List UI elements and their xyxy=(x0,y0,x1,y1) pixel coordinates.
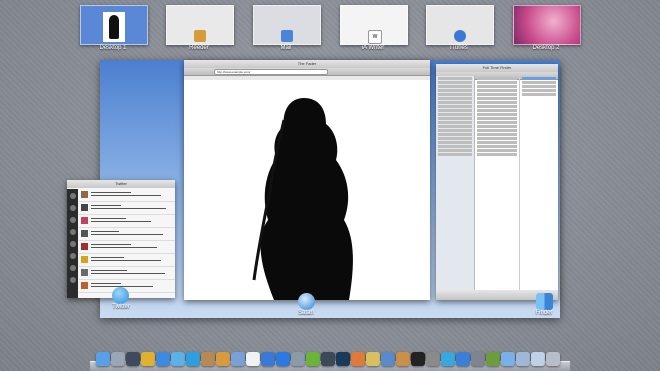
twitter-sidebar xyxy=(67,189,78,298)
space-thumbnail xyxy=(103,12,125,42)
url-bar[interactable]: http://www.example.com/ xyxy=(214,69,328,75)
ia-writer-icon: W xyxy=(368,30,382,44)
list-item[interactable] xyxy=(79,254,175,267)
portrait-image xyxy=(252,98,353,300)
utilities-icon[interactable] xyxy=(471,352,485,366)
downloads-icon[interactable] xyxy=(501,352,515,366)
skype-icon[interactable] xyxy=(186,352,200,366)
list-item[interactable] xyxy=(79,189,175,202)
safari-icon xyxy=(298,293,315,310)
tweet-list xyxy=(79,189,175,298)
list-item[interactable] xyxy=(79,202,175,215)
finder-icon[interactable] xyxy=(96,352,110,366)
documents-icon[interactable] xyxy=(516,352,530,366)
space-reeder[interactable] xyxy=(166,5,234,45)
ia-writer-icon[interactable] xyxy=(246,352,260,366)
space-label: iA Writer xyxy=(361,45,385,51)
safari-icon[interactable] xyxy=(156,352,170,366)
finder-sidebar xyxy=(436,76,475,290)
safari-window[interactable]: The Fader http://www.example.com/ xyxy=(184,60,430,300)
trash-icon[interactable] xyxy=(546,352,560,366)
space-label: iTunes xyxy=(450,45,468,51)
twitter-icon xyxy=(112,287,129,304)
garageband-icon[interactable] xyxy=(396,352,410,366)
space-label: Desktop 2 xyxy=(532,45,560,51)
finder-window[interactable]: Full Time Finder xyxy=(436,64,558,300)
finder-label: Finder xyxy=(535,310,553,316)
window-title: Full Time Finder xyxy=(436,64,558,72)
spaces-bar: Desktop 1 Reeder Mail W iA Writer iTunes… xyxy=(0,0,660,56)
applications-icon[interactable] xyxy=(531,352,545,366)
transmit-icon[interactable] xyxy=(366,352,380,366)
mission-control-icon[interactable] xyxy=(126,352,140,366)
skype-2-icon[interactable] xyxy=(441,352,455,366)
dropbox-icon[interactable] xyxy=(456,352,470,366)
system-preferences-icon[interactable] xyxy=(426,352,440,366)
space-desktop-2[interactable] xyxy=(513,5,581,45)
window-title: The Fader xyxy=(184,60,430,68)
itunes-icon[interactable] xyxy=(261,352,275,366)
app-store-icon[interactable] xyxy=(276,352,290,366)
twitter-window[interactable]: Twitter xyxy=(67,180,175,298)
list-item[interactable] xyxy=(79,215,175,228)
list-item[interactable] xyxy=(79,228,175,241)
itunes-icon xyxy=(454,30,466,42)
list-item[interactable] xyxy=(79,241,175,254)
sparrow-icon[interactable] xyxy=(381,352,395,366)
space-ia-writer[interactable]: W xyxy=(340,5,408,45)
space-label: Reeder xyxy=(189,45,209,51)
finder-column xyxy=(475,76,520,290)
window-title: Twitter xyxy=(67,180,175,188)
space-mail[interactable] xyxy=(253,5,321,45)
mail-icon xyxy=(281,30,293,42)
finder-column xyxy=(520,76,558,290)
safari-toolbar: http://www.example.com/ xyxy=(184,68,430,76)
twitter-icon[interactable] xyxy=(171,352,185,366)
mail-icon[interactable] xyxy=(231,352,245,366)
launchpad-icon[interactable] xyxy=(111,352,125,366)
dock xyxy=(90,348,570,371)
game-icon[interactable] xyxy=(486,352,500,366)
twitter-label: Twitter xyxy=(112,304,130,310)
space-desktop-1[interactable] xyxy=(80,5,148,45)
chrome-icon[interactable] xyxy=(141,352,155,366)
reeder-icon xyxy=(194,30,206,42)
coda-icon[interactable] xyxy=(351,352,365,366)
list-item[interactable] xyxy=(79,267,175,280)
photoshop-icon[interactable] xyxy=(336,352,350,366)
lightroom-icon[interactable] xyxy=(321,352,335,366)
terminal-icon[interactable] xyxy=(411,352,425,366)
mission-control-desktop: The Fader http://www.example.com/ Full T… xyxy=(67,60,560,318)
preview-icon[interactable] xyxy=(291,352,305,366)
webpage-content xyxy=(184,80,430,300)
safari-label: Safari xyxy=(298,310,314,316)
space-itunes[interactable] xyxy=(426,5,494,45)
evernote-icon[interactable] xyxy=(306,352,320,366)
reeder-icon[interactable] xyxy=(216,352,230,366)
address-book-icon[interactable] xyxy=(201,352,215,366)
space-label: Mail xyxy=(280,45,292,51)
space-label: Desktop 1 xyxy=(99,45,127,51)
finder-icon xyxy=(536,293,553,310)
